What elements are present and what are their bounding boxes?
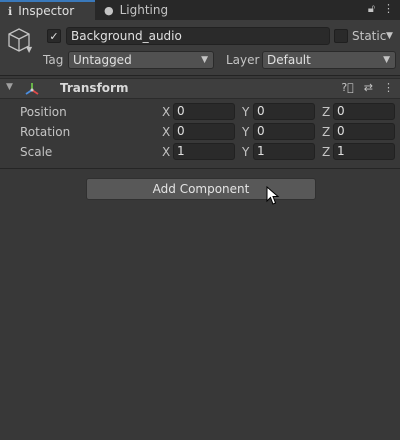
chevron-down-icon: ▼ — [201, 55, 208, 65]
kebab-menu-icon[interactable]: ⋮ — [383, 2, 394, 16]
position-y-label[interactable]: Y — [242, 104, 249, 120]
scale-z-field[interactable]: 1 — [333, 143, 395, 160]
icon-dropdown-arrow-icon[interactable]: ▼ — [26, 45, 32, 54]
tag-label: Tag — [43, 53, 64, 67]
kebab-menu-icon[interactable]: ⋮ — [383, 81, 394, 94]
static-checkbox[interactable] — [334, 29, 348, 43]
component-divider — [0, 168, 400, 169]
chevron-down-icon: ▼ — [383, 55, 390, 65]
tag-dropdown[interactable]: Untagged ▼ — [68, 51, 214, 69]
rotation-z-label[interactable]: Z — [322, 124, 330, 140]
tab-inspector-label: Inspector — [18, 4, 75, 18]
mouse-cursor-icon — [266, 186, 280, 205]
tab-lighting-label: Lighting — [119, 3, 169, 17]
rotation-x-field[interactable]: 0 — [173, 123, 235, 140]
position-z-label[interactable]: Z — [322, 104, 330, 120]
rotation-y-label[interactable]: Y — [242, 124, 249, 140]
scale-y-label[interactable]: Y — [242, 144, 249, 160]
scale-label: Scale — [20, 145, 53, 159]
object-header: ▼ ✓ Background_audio Static ▼ Tag Untagg… — [0, 20, 400, 76]
tag-value: Untagged — [73, 53, 132, 67]
scale-x-field[interactable]: 1 — [173, 143, 235, 160]
static-dropdown-arrow-icon[interactable]: ▼ — [386, 28, 393, 44]
tab-lighting[interactable]: ● Lighting — [96, 0, 186, 20]
component-controls: ?⃝ ⇄ ⋮ — [341, 81, 394, 94]
transform-title: Transform — [60, 81, 129, 95]
lightbulb-icon: ● — [104, 3, 114, 17]
rotation-y-field[interactable]: 0 — [253, 123, 315, 140]
layer-value: Default — [267, 53, 311, 67]
scale-y-field[interactable]: 1 — [253, 143, 315, 160]
position-label: Position — [20, 105, 67, 119]
position-y-field[interactable]: 0 — [253, 103, 315, 120]
scale-x-label[interactable]: X — [162, 144, 170, 160]
transform-header[interactable]: ▼ Transform ?⃝ ⇄ ⋮ — [0, 78, 400, 99]
position-z-field[interactable]: 0 — [333, 103, 395, 120]
help-icon[interactable]: ?⃝ — [341, 81, 353, 94]
add-component-button[interactable]: Add Component — [86, 178, 316, 200]
rotation-z-field[interactable]: 0 — [333, 123, 395, 140]
tab-bar: ℹ Inspector ● Lighting 🔓︎ ⋮ — [0, 0, 400, 20]
foldout-arrow-icon[interactable]: ▼ — [6, 82, 13, 92]
object-name-field[interactable]: Background_audio — [66, 27, 330, 45]
transform-axes-icon — [25, 83, 39, 95]
position-x-field[interactable]: 0 — [173, 103, 235, 120]
tab-inspector[interactable]: ℹ Inspector — [0, 0, 95, 20]
rotation-x-label[interactable]: X — [162, 124, 170, 140]
info-icon: ℹ — [8, 4, 13, 18]
lock-icon[interactable]: 🔓︎ — [368, 2, 375, 16]
layer-label: Layer — [226, 53, 260, 67]
rotation-label: Rotation — [20, 125, 71, 139]
scale-z-label[interactable]: Z — [322, 144, 330, 160]
tab-controls: 🔓︎ ⋮ — [368, 2, 394, 16]
layer-dropdown[interactable]: Default ▼ — [262, 51, 396, 69]
active-checkbox[interactable]: ✓ — [47, 29, 61, 43]
presets-sliders-icon[interactable]: ⇄ — [364, 81, 373, 94]
static-label: Static — [352, 29, 387, 43]
position-x-label[interactable]: X — [162, 104, 170, 120]
